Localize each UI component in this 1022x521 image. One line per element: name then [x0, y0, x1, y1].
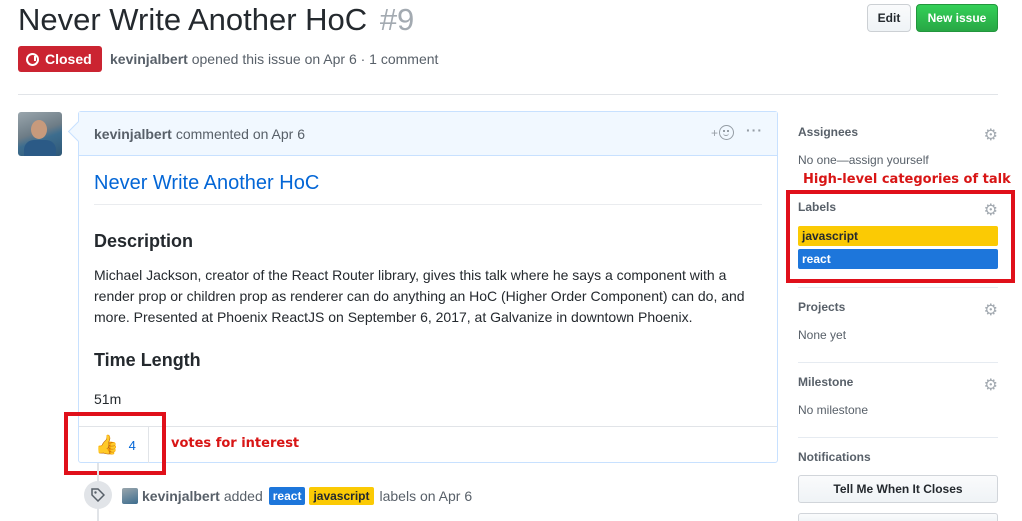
milestone-title[interactable]: Milestone	[798, 375, 998, 389]
sidebar-label-react[interactable]: react	[798, 249, 998, 269]
event-label-react[interactable]: react	[268, 487, 306, 505]
assignees-title[interactable]: Assignees	[798, 125, 998, 139]
gear-icon[interactable]: ⚙	[984, 125, 998, 145]
kebab-icon[interactable]: ···	[746, 123, 763, 140]
sidebar-divider	[798, 437, 998, 438]
event-label-javascript[interactable]: javascript	[309, 487, 374, 505]
issue-author-link[interactable]: kevinjalbert	[110, 51, 188, 67]
comment-header: kevinjalbert commented on Apr 6 + ···	[79, 112, 777, 156]
labels-title[interactable]: Labels	[798, 200, 998, 214]
notifications-title: Notifications	[798, 450, 871, 464]
projects-value: None yet	[798, 328, 847, 342]
event-verb: added	[223, 488, 263, 504]
sidebar-divider	[798, 287, 998, 288]
add-reaction-button[interactable]: +	[711, 125, 734, 140]
comment-author-link[interactable]: kevinjalbert	[94, 126, 172, 142]
section-title-time-length: Time Length	[94, 350, 201, 370]
projects-title[interactable]: Projects	[798, 300, 998, 314]
new-issue-button[interactable]: New issue	[916, 4, 998, 32]
labels-section: Labels ⚙ javascript react	[798, 200, 998, 269]
sidebar-label-javascript[interactable]: javascript	[798, 226, 998, 246]
edit-button[interactable]: Edit	[867, 4, 911, 32]
assignees-section: Assignees ⚙ No one—assign yourself	[798, 125, 998, 167]
issue-meta: kevinjalbert opened this issue on Apr 6 …	[110, 51, 438, 67]
state-label: Closed	[45, 51, 92, 67]
issue-title: Never Write Another HoC #9	[18, 2, 414, 38]
assignees-value[interactable]: No one—assign yourself	[798, 153, 998, 167]
gear-icon[interactable]: ⚙	[984, 300, 998, 320]
votes-annotation-box	[64, 412, 166, 475]
notifications-section: Notifications	[798, 450, 998, 464]
header-divider	[18, 94, 998, 95]
comment-heading-link[interactable]: Never Write Another HoC	[94, 172, 762, 205]
avatar[interactable]	[18, 112, 62, 156]
comment-box: kevinjalbert commented on Apr 6 + ··· Ne…	[78, 111, 778, 463]
section-title-description: Description	[94, 231, 194, 251]
next-button[interactable]	[798, 513, 998, 521]
issue-title-text: Never Write Another HoC	[18, 2, 368, 37]
issue-number: #9	[379, 2, 415, 37]
event-avatar[interactable]	[122, 488, 138, 504]
section-text-description: Michael Jackson, creator of the React Ro…	[94, 267, 745, 325]
event-actor-link[interactable]: kevinjalbert	[142, 488, 220, 504]
notify-button[interactable]: Tell Me When It Closes	[798, 475, 998, 503]
milestone-value: No milestone	[798, 403, 869, 417]
closed-issue-icon	[26, 52, 39, 66]
issue-opened-text: opened this issue on Apr 6 · 1 comment	[191, 51, 439, 67]
milestone-section: Milestone ⚙ No milestone	[798, 375, 998, 417]
labels-annotation-text: High-level categories of talk	[803, 172, 1011, 187]
label-event: kevinjalbert added react javascript labe…	[122, 487, 472, 505]
comment-meta[interactable]: commented on Apr 6	[176, 126, 305, 142]
smiley-icon	[719, 125, 734, 140]
gear-icon[interactable]: ⚙	[984, 375, 998, 395]
event-suffix: labels on Apr 6	[379, 488, 473, 504]
tag-icon	[84, 481, 112, 509]
votes-annotation-text: votes for interest	[171, 436, 300, 451]
sidebar-divider	[798, 362, 998, 363]
section-text-time-length: 51m	[94, 391, 122, 407]
projects-section: Projects ⚙ None yet	[798, 300, 998, 342]
gear-icon[interactable]: ⚙	[984, 200, 998, 220]
state-badge: Closed	[18, 46, 102, 72]
